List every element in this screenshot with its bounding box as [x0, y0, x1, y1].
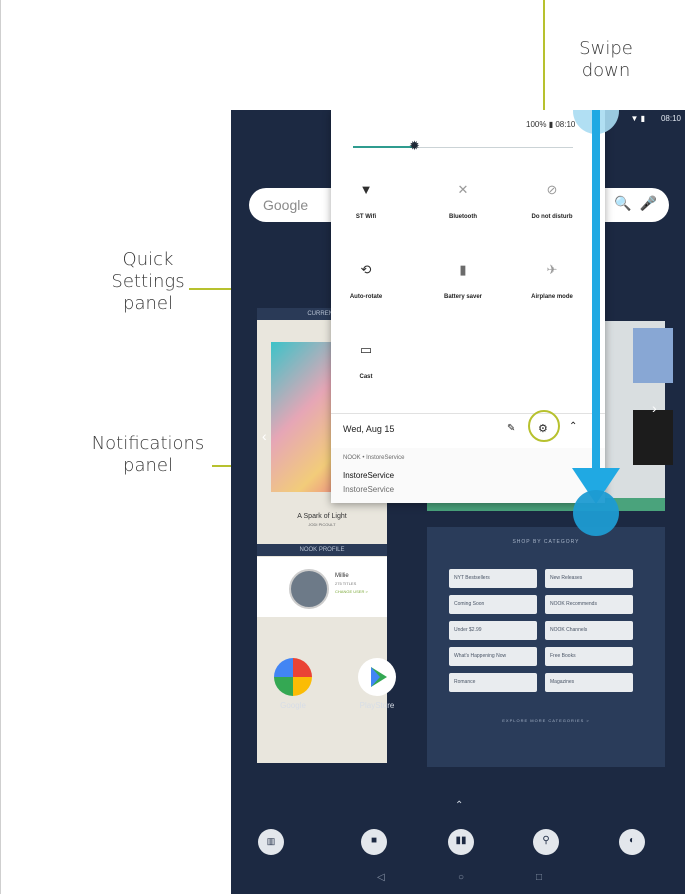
notification-shade: 100% ▮ 08:10 ✹ ▼ ST Wifi ✕ Bluetooth ⊘ D… — [331, 110, 605, 503]
explore-more-link[interactable]: EXPLORE MORE CATEGORIES > — [427, 718, 665, 723]
shop-button[interactable]: Magazines — [545, 673, 633, 692]
notification-title: InstoreService — [343, 471, 395, 480]
collapse-chevron-icon[interactable]: ⌃ — [569, 421, 577, 432]
shop-bag-icon[interactable]: ■ — [361, 829, 387, 855]
swipe-end-dot — [573, 490, 619, 536]
battery-percent: 100% — [526, 120, 547, 129]
qs-label-battery-saver[interactable]: Battery saver — [423, 294, 503, 300]
tablet-screen: ▼ ▮ 08:10 Google 🔍 🎤 CURRENT A Spark of … — [231, 110, 685, 894]
library-icon[interactable]: ▥ — [258, 829, 284, 855]
google-app-icon[interactable] — [274, 658, 312, 696]
app-drawer-chevron-icon[interactable]: ⌃ — [455, 800, 463, 811]
change-user-link[interactable]: CHANGE USER > — [335, 589, 368, 594]
edit-icon[interactable]: ✎ — [507, 423, 515, 434]
shade-status: 100% ▮ 08:10 — [526, 120, 576, 129]
bluetooth-icon[interactable]: ✕ — [443, 182, 483, 198]
wifi-icon[interactable]: ▼ — [346, 182, 386, 197]
book-title: A Spark of Light — [297, 513, 347, 520]
qs-label-cast[interactable]: Cast — [326, 374, 406, 380]
shop-button[interactable]: Coming Soon — [449, 595, 537, 614]
shop-button[interactable]: What's Happening Now — [449, 647, 537, 666]
carousel-left-chevron-icon[interactable]: ‹ — [262, 428, 267, 444]
nook-profile-header: NOOK PROFILE — [257, 544, 387, 556]
shop-button[interactable]: NOOK Recommends — [545, 595, 633, 614]
search-icon[interactable]: ⚲ — [533, 829, 559, 855]
shop-button[interactable]: NOOK Channels — [545, 621, 633, 640]
profile-sub: 275 TITLES — [335, 581, 357, 586]
book-author: JODI PICOULT — [308, 522, 336, 527]
shop-button[interactable]: Under $2.99 — [449, 621, 537, 640]
shade-time: 08:10 — [555, 120, 576, 129]
profile-name: Millie — [335, 573, 349, 579]
avatar — [289, 569, 329, 609]
google-logo: Google — [263, 197, 309, 213]
status-time: 08:10 — [660, 114, 681, 123]
back-icon[interactable]: ◁ — [377, 872, 385, 883]
playstore-app-label: PlayStore — [359, 701, 395, 710]
qs-label-airplane[interactable]: Airplane mode — [512, 294, 592, 300]
shop-button[interactable]: New Releases — [545, 569, 633, 588]
qs-label-wifi[interactable]: ST Wifi — [326, 214, 406, 220]
cast-icon[interactable]: ▭ — [346, 342, 386, 358]
date-label: Wed, Aug 15 — [343, 424, 395, 434]
recents-icon[interactable]: □ — [536, 872, 542, 883]
home-icon[interactable]: ○ — [458, 872, 464, 883]
nook-logo-icon[interactable]: ◐ — [619, 829, 645, 855]
brightness-fill — [353, 146, 416, 148]
qs-label-dnd[interactable]: Do not disturb — [512, 214, 592, 220]
shop-button[interactable]: Romance — [449, 673, 537, 692]
status-icons: ▼ ▮ — [630, 114, 645, 123]
carousel-right-chevron-icon[interactable]: › — [652, 400, 657, 416]
qs-label-auto-rotate[interactable]: Auto-rotate — [326, 294, 406, 300]
settings-highlight-circle — [528, 410, 560, 442]
notifications-label: Notifications panel — [91, 433, 205, 476]
battery-saver-icon[interactable]: ▮ — [443, 262, 483, 278]
shop-by-category-panel: SHOP BY CATEGORY NYT Bestsellers New Rel… — [427, 527, 665, 767]
playstore-app-icon[interactable] — [358, 658, 396, 696]
airplane-mode-icon[interactable]: ✈ — [532, 262, 572, 278]
brightness-icon[interactable]: ✹ — [409, 138, 420, 154]
quick-settings-label: Quick Settings panel — [111, 249, 185, 314]
do-not-disturb-icon[interactable]: ⊘ — [532, 182, 572, 198]
swipe-down-label: Swipe down — [579, 38, 633, 81]
notification-app-line: NOOK • InstoreService — [343, 455, 405, 461]
shade-divider — [331, 413, 605, 414]
google-app-label: Google — [280, 701, 306, 710]
reading-icon[interactable]: ▮▮ — [448, 829, 474, 855]
qs-label-bluetooth[interactable]: Bluetooth — [423, 214, 503, 220]
shop-button[interactable]: Free Books — [545, 647, 633, 666]
mic-icon[interactable]: 🔍 🎤 — [614, 195, 657, 212]
recommended-book-1[interactable] — [633, 328, 673, 383]
shop-title: SHOP BY CATEGORY — [512, 539, 580, 545]
swipe-arrow-shaft — [592, 110, 600, 470]
auto-rotate-icon[interactable]: ⟲ — [346, 262, 386, 278]
recommended-book-2[interactable] — [633, 410, 673, 465]
shop-button[interactable]: NYT Bestsellers — [449, 569, 537, 588]
notification-text: InstoreService — [343, 485, 395, 494]
page-border — [0, 0, 1, 894]
profile-card[interactable]: Millie 275 TITLES CHANGE USER > — [257, 557, 387, 617]
